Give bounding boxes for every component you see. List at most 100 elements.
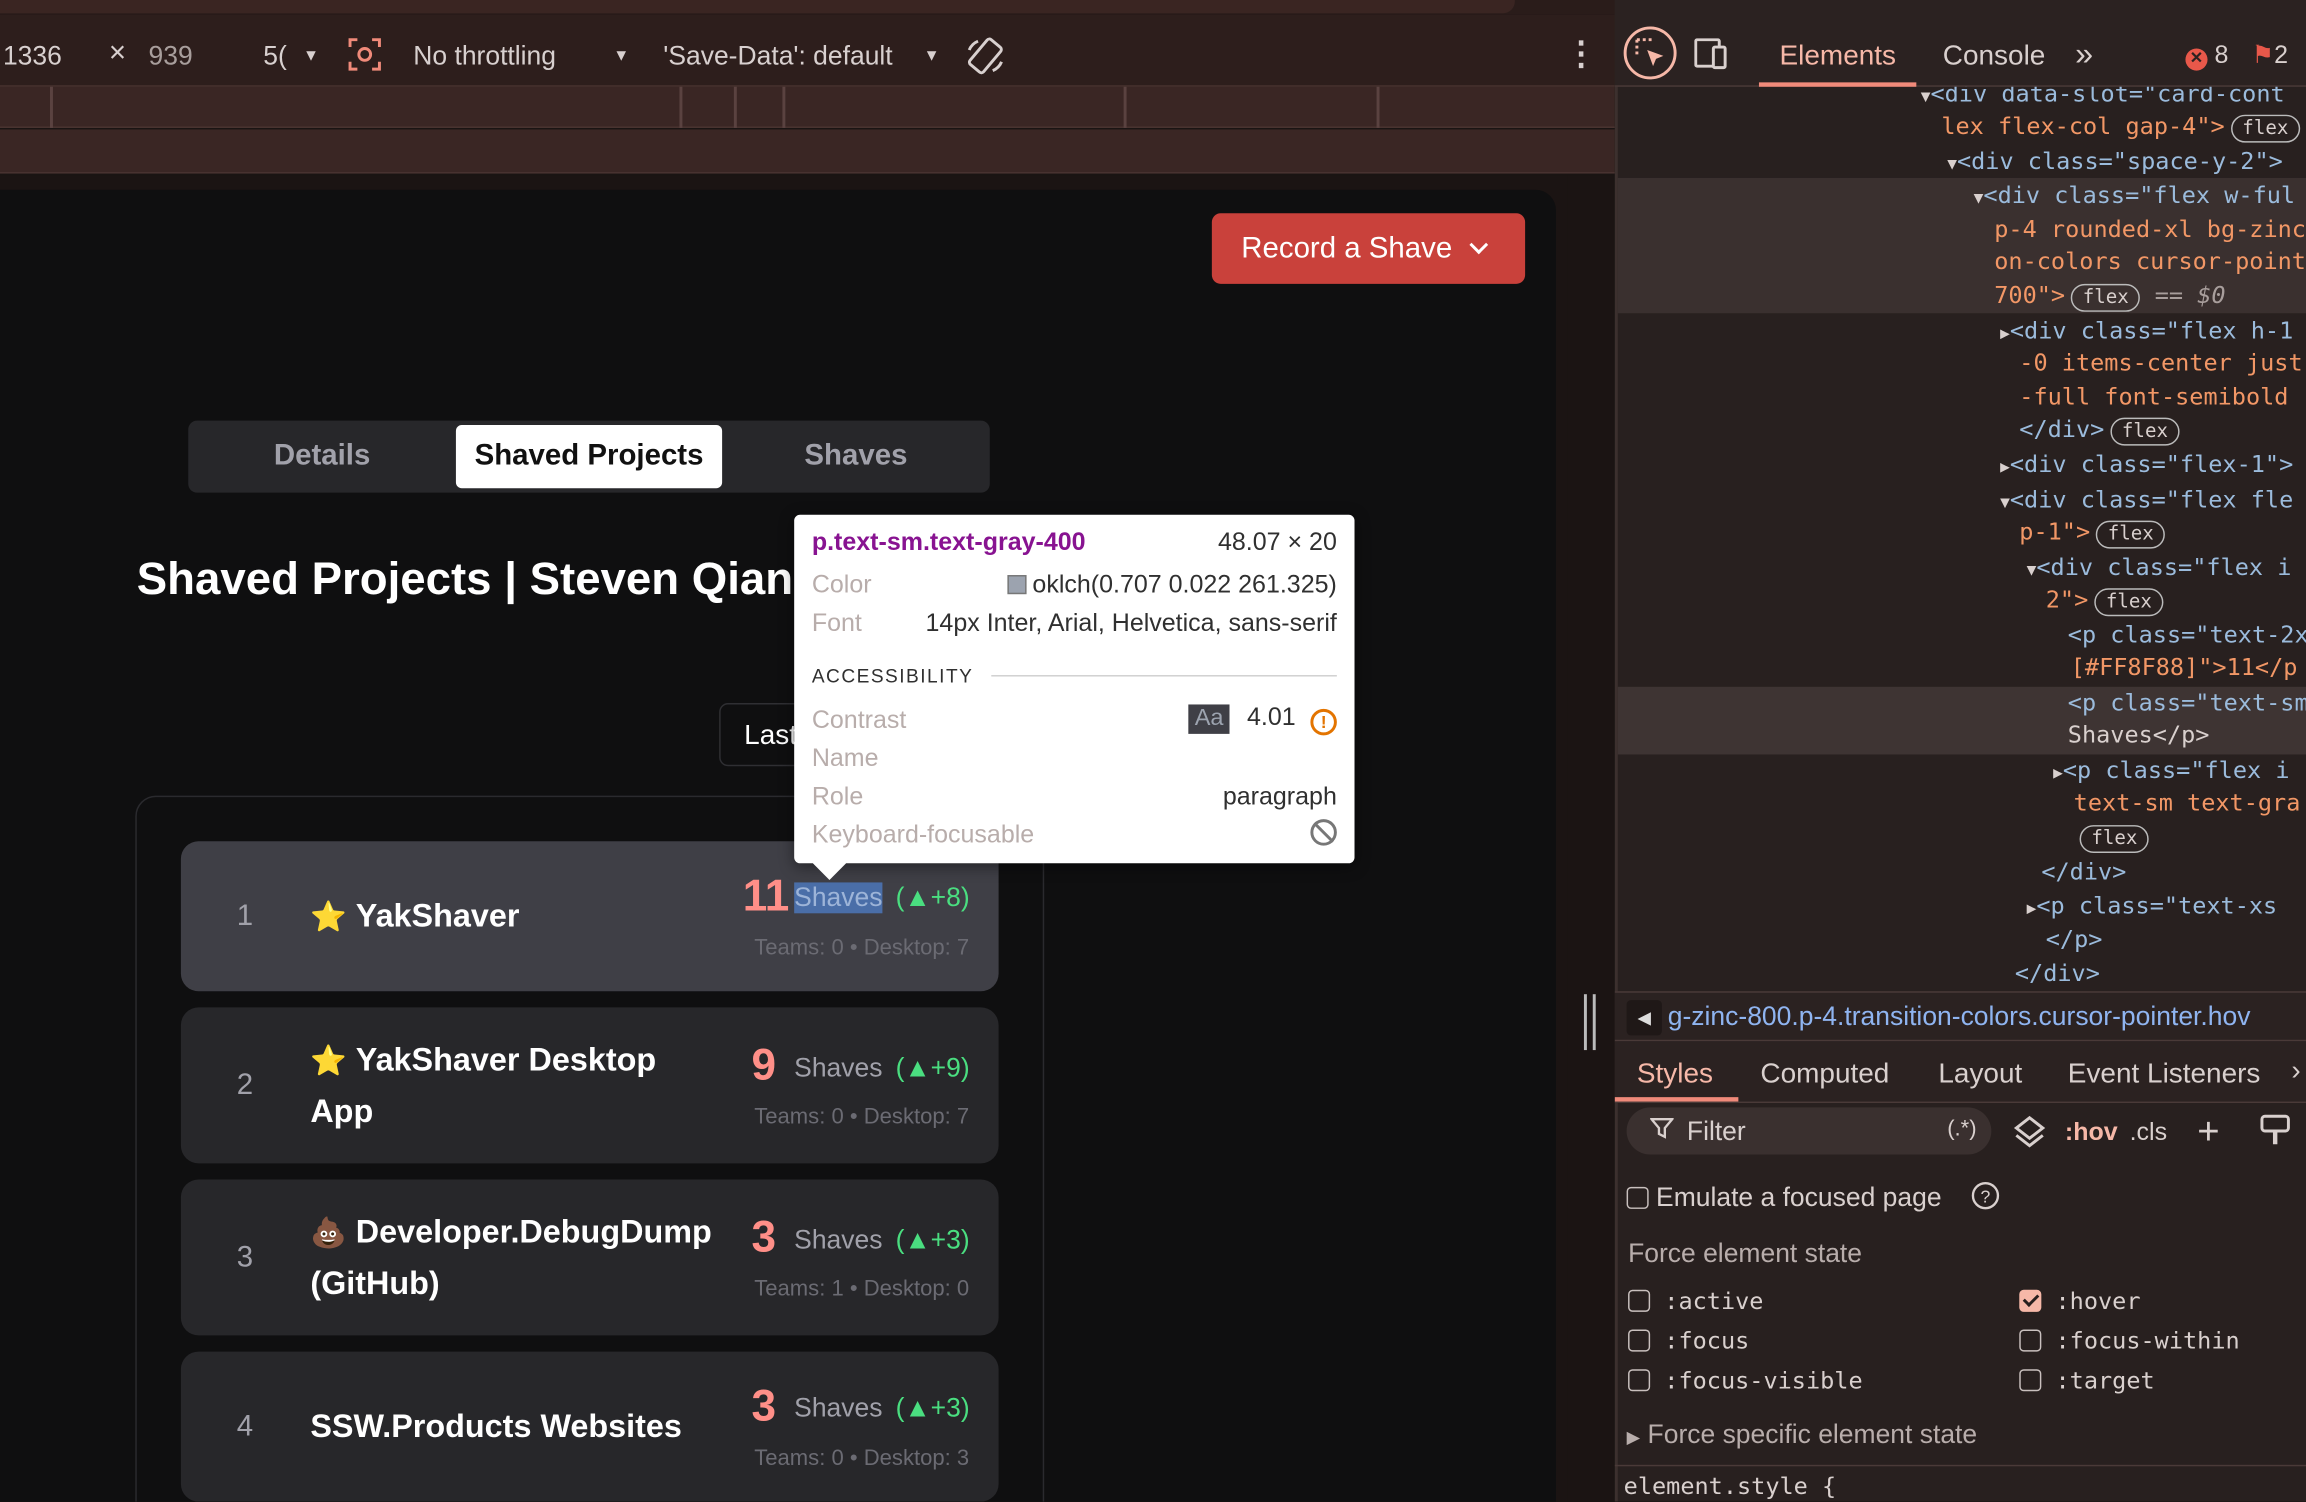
- tab-layout[interactable]: Layout: [1938, 1059, 2022, 1091]
- more-options-icon[interactable]: ⋮: [1565, 35, 1597, 73]
- project-rank: 1: [236, 900, 254, 933]
- new-rule-icon[interactable]: +: [2197, 1109, 2219, 1155]
- breadcrumb-scroll-left-icon[interactable]: ◀: [1626, 1000, 1662, 1036]
- throttling-select[interactable]: No throttling: [413, 41, 556, 72]
- more-panels-icon[interactable]: ›: [2291, 1056, 2300, 1088]
- dom-line[interactable]: ▼<div class="flex i: [2027, 552, 2292, 587]
- dom-line[interactable]: Shaves</p>: [2068, 719, 2210, 751]
- tab-computed[interactable]: Computed: [1760, 1059, 1889, 1091]
- dom-line[interactable]: </div> flex: [2019, 413, 2180, 446]
- styles-filter-input[interactable]: Filter (.*): [1626, 1107, 1992, 1155]
- screenshot-icon[interactable]: [347, 37, 382, 80]
- dom-line[interactable]: flex: [2074, 821, 2150, 854]
- dom-line[interactable]: on-colors cursor-point: [1994, 246, 2306, 278]
- tab-console[interactable]: Console: [1943, 41, 2046, 73]
- filter-placeholder: Filter: [1686, 1116, 1746, 1146]
- tooltip-role-value: paragraph: [1222, 782, 1337, 811]
- dom-line[interactable]: ▶<p class="flex i: [2053, 754, 2289, 789]
- state-focus-visible-checkbox[interactable]: :focus-visible: [1628, 1366, 1863, 1394]
- cls-toggle[interactable]: .cls: [2130, 1118, 2168, 1147]
- state-target-checkbox[interactable]: :target: [2019, 1366, 2155, 1394]
- zoom-select[interactable]: 5(: [263, 41, 287, 72]
- dom-line[interactable]: p-4 rounded-xl bg-zinc: [1994, 213, 2306, 245]
- dom-line[interactable]: -0 items-center just: [2019, 347, 2302, 379]
- dom-line[interactable]: text-sm text-gra: [2074, 787, 2301, 819]
- media-query-ruler-secondary: [0, 129, 1615, 174]
- dom-line[interactable]: ▼<div class="space-y-2">: [1947, 146, 2283, 181]
- tab-shaved-projects[interactable]: Shaved Projects: [455, 425, 723, 489]
- project-meta: Teams: 0 • Desktop: 7: [754, 935, 970, 961]
- warning-icon: !: [1310, 708, 1337, 736]
- dom-line[interactable]: lex flex-col gap-4"> flex: [1941, 110, 2301, 143]
- shave-delta: (▲+8): [895, 882, 970, 912]
- project-row[interactable]: 1 ⭐ YakShaver 11 Shaves (▲+8) Teams: 0 • …: [180, 841, 999, 992]
- hov-toggle[interactable]: :hov: [2065, 1118, 2118, 1147]
- more-tabs-icon[interactable]: »: [2075, 35, 2093, 73]
- zoom-dropdown-icon[interactable]: ▼: [303, 47, 319, 65]
- help-icon[interactable]: ?: [1971, 1181, 2000, 1218]
- dom-line[interactable]: ▼<div data-slot="card-cont: [1921, 87, 2285, 113]
- force-specific-state-toggle[interactable]: ▶ Force specific element state: [1627, 1419, 1978, 1450]
- dom-line[interactable]: ▼<div class="flex fle: [2000, 484, 2293, 519]
- project-row[interactable]: 2 ⭐ YakShaver Desktop App 9 Shaves (▲+9) T…: [180, 1007, 999, 1164]
- element-style-rule[interactable]: element.style {: [1624, 1472, 1837, 1500]
- page-title: Shaved Projects | Steven Qiang: [136, 552, 821, 605]
- state-focus-checkbox[interactable]: :focus: [1628, 1327, 1749, 1355]
- save-data-dropdown-icon[interactable]: ▼: [924, 47, 940, 65]
- dom-line[interactable]: -full font-semibold: [2019, 381, 2288, 413]
- dom-line[interactable]: p-1"> flex: [2019, 516, 2166, 549]
- regex-toggle[interactable]: (.*): [1947, 1116, 1976, 1141]
- paint-brush-icon[interactable]: [2259, 1113, 2291, 1156]
- viewport-width-input[interactable]: 1336: [3, 41, 62, 72]
- dom-line[interactable]: </p>: [2046, 924, 2103, 956]
- checkbox-icon: [1626, 1186, 1649, 1209]
- shaves-label: Shaves: [794, 882, 883, 914]
- rotate-icon[interactable]: [965, 35, 1006, 84]
- save-data-select[interactable]: 'Save-Data': default: [663, 41, 892, 72]
- layers-icon[interactable]: [2012, 1113, 2047, 1156]
- panel-resize-handle[interactable]: [1583, 994, 1596, 1051]
- dom-line[interactable]: [#FF8F88]">11</p: [2071, 652, 2298, 684]
- project-name: 💩 Developer.DebugDump (GitHub): [310, 1213, 712, 1302]
- tab-shaves[interactable]: Shaves: [727, 425, 986, 488]
- dom-line[interactable]: 700"> flex == $0: [1994, 279, 2226, 312]
- dom-line[interactable]: 2"> flex: [2046, 584, 2164, 617]
- dom-line[interactable]: ▶<div class="flex-1">: [2000, 449, 2293, 484]
- dom-line[interactable]: ▼<div class="flex w-ful: [1974, 179, 2295, 214]
- project-row[interactable]: 3 💩 Developer.DebugDump (GitHub) 3 Shaves …: [180, 1179, 999, 1336]
- record-shave-button[interactable]: Record a Shave: [1211, 213, 1526, 284]
- shaves-label: Shaves: [794, 1392, 883, 1423]
- project-rank: 3: [236, 1241, 254, 1274]
- error-count[interactable]: ✕ 8: [2185, 41, 2228, 71]
- state-focus-within-checkbox[interactable]: :focus-within: [2019, 1327, 2240, 1355]
- dom-line[interactable]: </div>: [2041, 856, 2126, 888]
- project-tabs: Details Shaved Projects Shaves: [188, 420, 990, 493]
- emulate-focus-checkbox[interactable]: Emulate a focused page: [1626, 1182, 1942, 1213]
- device-toggle-icon[interactable]: [1694, 38, 1732, 78]
- inspect-tooltip: p.text-sm.text-gray-400 48.07 × 20 Color…: [794, 514, 1355, 880]
- dom-line[interactable]: <p class="text-sm: [2068, 687, 2306, 719]
- tooltip-size: 48.07 × 20: [1217, 527, 1337, 556]
- state-hover-checkbox[interactable]: :hover: [2019, 1287, 2141, 1315]
- tab-elements[interactable]: Elements: [1780, 41, 1896, 73]
- tab-event-listeners[interactable]: Event Listeners: [2068, 1059, 2261, 1091]
- issue-count[interactable]: ⚑2: [2252, 41, 2288, 70]
- throttling-dropdown-icon[interactable]: ▼: [613, 47, 629, 65]
- dom-line[interactable]: <p class="text-2x: [2068, 619, 2306, 651]
- shaves-label: Shaves: [794, 1225, 883, 1255]
- viewport-height-input[interactable]: 939: [149, 41, 193, 72]
- project-name: ⭐ YakShaver Desktop App: [310, 1041, 657, 1130]
- dom-line[interactable]: ▶<div class="flex h-1: [2000, 315, 2293, 350]
- state-active-checkbox[interactable]: :active: [1628, 1287, 1763, 1315]
- project-row[interactable]: 4 SSW.Products Websites 3 Shaves (▲+3) T…: [180, 1351, 999, 1502]
- inspect-element-icon[interactable]: [1622, 25, 1678, 88]
- page-scrollbar-track[interactable]: [1567, 175, 1615, 1502]
- contrast-sample: Aa: [1188, 704, 1230, 734]
- tab-details[interactable]: Details: [193, 425, 452, 488]
- tab-styles[interactable]: Styles: [1637, 1059, 1713, 1091]
- dom-line[interactable]: </div>: [2015, 957, 2100, 989]
- shave-delta: (▲+3): [895, 1225, 970, 1255]
- filter-icon: [1649, 1116, 1675, 1147]
- dom-breadcrumb[interactable]: ◀ g-zinc-800.p-4.transition-colors.curso…: [1614, 991, 2306, 1042]
- dom-line[interactable]: ▶<p class="text-xs: [2027, 890, 2278, 925]
